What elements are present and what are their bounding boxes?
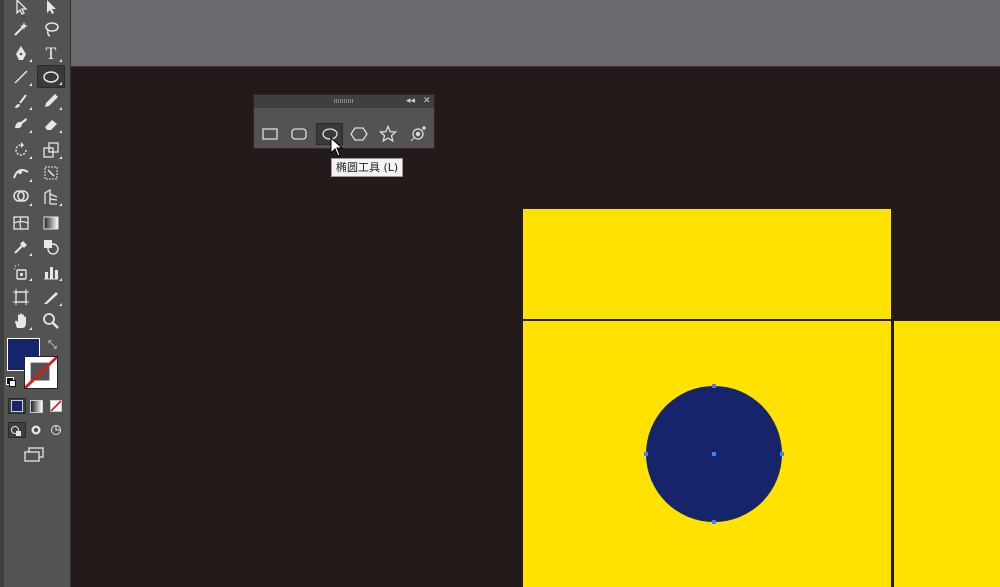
close-panel-button[interactable]: ✕ — [423, 95, 431, 108]
panel-header[interactable]: ◂◂ ✕ — [254, 95, 434, 108]
color-mode-button[interactable] — [8, 398, 26, 414]
blob-brush-tool-icon[interactable] — [8, 113, 34, 135]
pen-tool-icon[interactable] — [8, 42, 34, 64]
ellipse-tool-icon[interactable] — [37, 65, 65, 88]
rectangle-tool-icon[interactable] — [258, 123, 282, 145]
artboard-tool-icon[interactable] — [8, 286, 34, 308]
hand-tool-icon[interactable] — [8, 310, 34, 332]
yellow-rectangle-top[interactable] — [523, 209, 891, 319]
gradient-mode-button[interactable] — [27, 398, 45, 414]
lasso-tool-icon[interactable] — [38, 18, 64, 40]
tools-panel: T ⤡ — [0, 0, 71, 587]
pencil-tool-icon[interactable] — [38, 90, 64, 112]
mouse-pointer-icon — [330, 137, 344, 157]
default-fill-stroke-icon[interactable] — [6, 377, 16, 387]
type-tool-glyph: T — [45, 43, 57, 63]
rotate-tool-icon[interactable] — [8, 139, 34, 161]
zoom-tool-icon[interactable] — [38, 310, 64, 332]
slice-tool-icon[interactable] — [38, 286, 64, 308]
eraser-tool-icon[interactable] — [38, 113, 64, 135]
star-tool-icon[interactable] — [376, 123, 400, 145]
navy-circle-selected[interactable] — [640, 380, 788, 528]
eyedropper-tool-icon[interactable] — [8, 236, 34, 258]
rounded-rectangle-tool-icon[interactable] — [287, 123, 311, 145]
polygon-tool-icon[interactable] — [347, 123, 371, 145]
type-tool-icon[interactable]: T — [38, 42, 64, 64]
yellow-rectangle-right[interactable] — [894, 321, 1000, 587]
collapse-panel-button[interactable]: ◂◂ — [406, 95, 415, 108]
tool-tooltip: 椭圆工具 (L) — [331, 158, 404, 177]
scale-tool-icon[interactable] — [38, 139, 64, 161]
flare-tool-icon[interactable] — [406, 123, 430, 145]
stroke-color-swatch[interactable] — [24, 356, 58, 389]
draw-behind-button[interactable] — [28, 422, 46, 438]
width-tool-icon[interactable] — [8, 162, 34, 184]
symbol-sprayer-tool-icon[interactable] — [8, 261, 34, 283]
shape-builder-tool-icon[interactable] — [8, 186, 34, 208]
line-segment-tool-icon[interactable] — [8, 66, 34, 88]
gradient-tool-icon[interactable] — [38, 212, 64, 234]
paintbrush-tool-icon[interactable] — [8, 90, 34, 112]
column-graph-tool-icon[interactable] — [38, 261, 64, 283]
control-bar — [71, 0, 1000, 67]
selection-tool-icon[interactable] — [8, 0, 34, 18]
draw-normal-button[interactable] — [8, 422, 26, 438]
perspective-grid-tool-icon[interactable] — [38, 186, 64, 208]
free-transform-tool-icon[interactable] — [38, 162, 64, 184]
mesh-tool-icon[interactable] — [8, 212, 34, 234]
shape-tools-flyout-panel: ◂◂ ✕ — [253, 94, 435, 149]
panel-grip[interactable] — [334, 99, 354, 103]
tools-panel-grip[interactable] — [0, 0, 4, 587]
none-mode-button[interactable] — [47, 398, 65, 414]
screen-mode-icon[interactable] — [22, 446, 46, 464]
direct-selection-tool-icon[interactable] — [38, 0, 64, 18]
magic-wand-tool-icon[interactable] — [8, 18, 34, 40]
swap-fill-stroke-icon[interactable]: ⤡ — [48, 338, 57, 352]
blend-tool-icon[interactable] — [38, 236, 64, 258]
draw-inside-button[interactable] — [48, 422, 66, 438]
